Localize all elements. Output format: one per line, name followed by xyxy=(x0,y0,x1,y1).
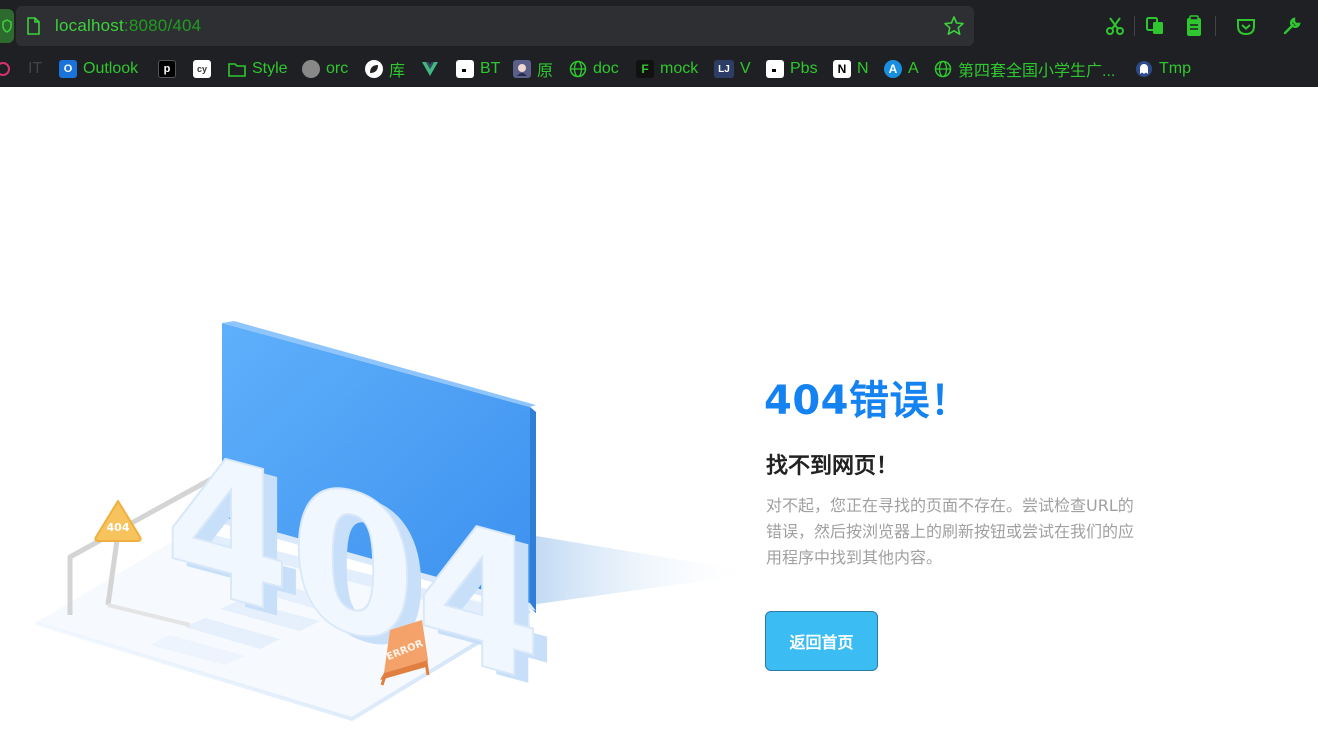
f-icon: F xyxy=(636,60,654,78)
bookmark-item[interactable]: Style xyxy=(228,58,288,80)
leaf-icon xyxy=(365,60,383,78)
toolbar-separator xyxy=(1215,16,1216,36)
scissors-icon[interactable] xyxy=(1103,14,1127,38)
bookmark-item[interactable] xyxy=(0,58,12,80)
bookmark-item[interactable]: 原 xyxy=(513,58,553,80)
bookmark-label: IT xyxy=(28,60,43,77)
bookmark-item[interactable]: orc xyxy=(302,58,348,80)
page-icon xyxy=(766,60,784,78)
notion-icon: N xyxy=(833,60,851,78)
url-path: :8080/404 xyxy=(123,16,202,35)
a-icon: A xyxy=(884,60,902,78)
shield-icon[interactable] xyxy=(0,9,14,43)
bookmark-label: doc xyxy=(593,60,619,77)
lj-icon: LJ xyxy=(714,60,734,78)
bookmark-label: A xyxy=(908,60,919,77)
home-button[interactable]: 返回首页 xyxy=(765,611,878,671)
bookmark-item[interactable]: p xyxy=(158,58,176,80)
flower-icon xyxy=(0,60,12,78)
browser-chrome: localhost:8080/404 IT O Outlook p cy Sty… xyxy=(0,0,1318,87)
bookmark-label: 原 xyxy=(537,63,554,80)
orc-icon xyxy=(302,60,320,78)
globe-icon xyxy=(569,60,587,78)
bookmark-item[interactable]: N N xyxy=(833,58,869,80)
avatar-icon xyxy=(513,60,531,78)
bookmark-label: BT xyxy=(480,60,501,77)
folder-icon xyxy=(228,60,246,78)
clipboard-icon[interactable] xyxy=(1182,14,1206,38)
bookmark-item[interactable]: LJ V xyxy=(714,58,751,80)
bookmark-item[interactable]: IT xyxy=(28,58,42,80)
bookmark-label: N xyxy=(857,60,869,77)
bookmark-label: Tmp xyxy=(1159,60,1191,77)
bookmark-label: Style xyxy=(252,60,288,77)
bookmark-item[interactable]: cy xyxy=(193,58,211,80)
bookmark-label: Pbs xyxy=(790,60,818,77)
browser-toolbar: localhost:8080/404 xyxy=(0,0,1318,52)
address-bar[interactable]: localhost:8080/404 xyxy=(16,6,974,46)
page-icon xyxy=(456,60,474,78)
bookmark-item[interactable]: 库 xyxy=(365,58,405,80)
bookmark-item[interactable]: 第四套全国小学生广... xyxy=(934,58,1115,80)
url-host: localhost xyxy=(55,16,124,35)
bookmark-label: Outlook xyxy=(83,60,139,77)
pocket-icon[interactable] xyxy=(1234,14,1258,38)
bookmark-label: V xyxy=(740,60,751,77)
outlook-icon: O xyxy=(59,60,77,78)
error-illustration: 404 404 404 ERROR xyxy=(30,315,770,735)
wrench-icon[interactable] xyxy=(1280,14,1304,38)
bookmark-label: mock xyxy=(660,60,699,77)
bookmark-item[interactable]: Tmp xyxy=(1135,58,1191,80)
bookmark-item[interactable]: O Outlook xyxy=(59,58,138,80)
bookmark-item[interactable]: Pbs xyxy=(766,58,818,80)
sign-404-text: 404 xyxy=(107,521,130,534)
page-subtitle: 找不到网页！ xyxy=(766,454,899,479)
ghost-icon xyxy=(1135,60,1153,78)
url-text[interactable]: localhost:8080/404 xyxy=(55,16,201,36)
page-icon xyxy=(26,17,40,40)
bookmark-item[interactable]: doc xyxy=(569,58,619,80)
bookmark-star-icon[interactable] xyxy=(943,15,965,42)
cy-icon: cy xyxy=(193,60,211,78)
bookmarks-bar: IT O Outlook p cy Style orc 库 BT 原 doc F… xyxy=(0,52,1318,87)
bookmark-item[interactable]: A A xyxy=(884,58,919,80)
globe-icon xyxy=(934,60,952,78)
p-icon: p xyxy=(158,60,176,78)
error-description: 对不起，您正在寻找的页面不存在。尝试检查URL的错误，然后按浏览器上的刷新按钮或… xyxy=(766,496,1135,567)
bookmark-label: orc xyxy=(326,60,349,77)
page-title: 404错误！ xyxy=(764,378,971,424)
toolbar-separator xyxy=(1134,16,1135,36)
bookmark-item[interactable] xyxy=(421,58,439,80)
bookmark-item[interactable]: BT xyxy=(456,58,500,80)
bookmark-label: 库 xyxy=(389,63,406,80)
bookmark-item[interactable]: F mock xyxy=(636,58,698,80)
vue-icon xyxy=(421,60,439,78)
bookmark-label: 第四套全国小学生广... xyxy=(958,63,1116,80)
copy-icon[interactable] xyxy=(1143,14,1167,38)
